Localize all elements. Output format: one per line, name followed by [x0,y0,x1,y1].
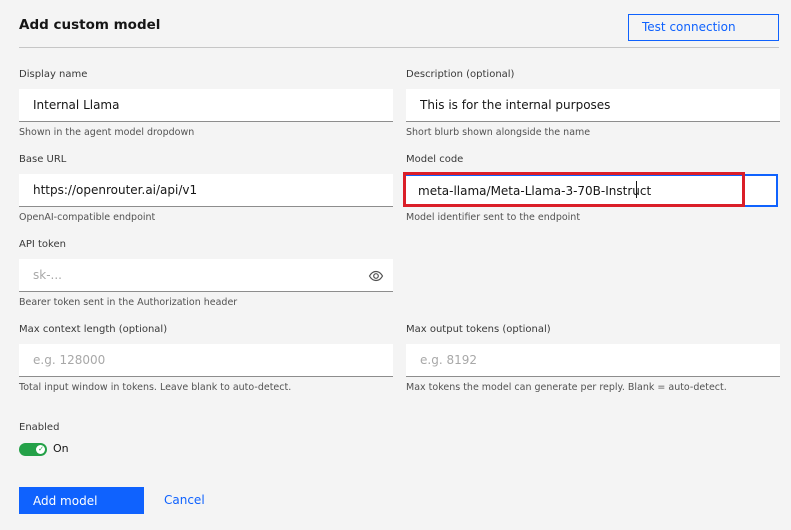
checkmark-icon: ✓ [38,445,44,453]
eye-icon[interactable] [368,268,384,284]
enabled-label: Enabled [19,422,60,433]
base-url-label: Base URL [19,154,67,165]
api-token-label: API token [19,239,66,250]
display-name-input[interactable] [19,89,393,122]
display-name-label: Display name [19,69,88,80]
enabled-state-text: On [53,442,69,455]
header-divider [19,47,779,48]
max-context-input[interactable] [19,344,393,377]
max-output-input[interactable] [406,344,780,377]
enabled-toggle[interactable]: ✓ [19,443,47,456]
base-url-helper: OpenAI-compatible endpoint [19,212,156,223]
max-context-helper: Total input window in tokens. Leave blan… [19,382,292,393]
add-model-button[interactable]: Add model [19,487,144,514]
display-name-helper: Shown in the agent model dropdown [19,127,195,138]
text-cursor [636,181,637,198]
max-context-label: Max context length (optional) [19,324,168,335]
api-token-input[interactable] [19,259,393,292]
test-connection-button[interactable]: Test connection [628,14,779,41]
model-code-label: Model code [406,154,464,165]
model-code-helper: Model identifier sent to the endpoint [406,212,581,223]
max-output-helper: Max tokens the model can generate per re… [406,382,727,393]
cancel-button[interactable]: Cancel [164,493,205,507]
base-url-input[interactable] [19,174,393,207]
description-input[interactable] [406,89,780,122]
model-code-input[interactable] [404,174,778,207]
description-label: Description (optional) [406,69,515,80]
page-title: Add custom model [19,17,161,33]
api-token-helper: Bearer token sent in the Authorization h… [19,297,238,308]
description-helper: Short blurb shown alongside the name [406,127,591,138]
max-output-label: Max output tokens (optional) [406,324,551,335]
